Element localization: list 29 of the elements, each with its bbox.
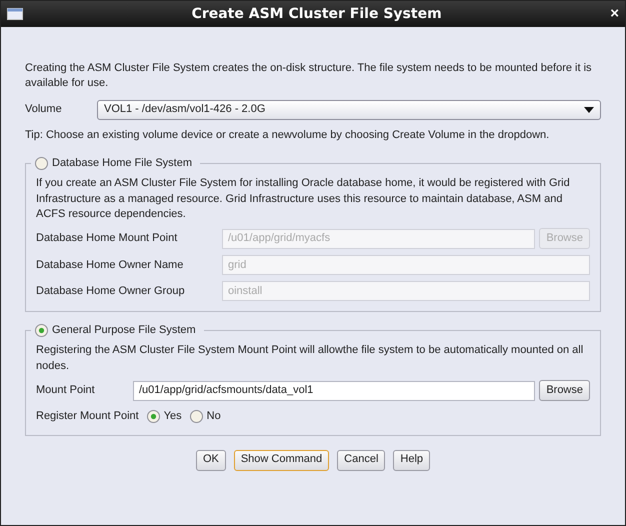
caret-icon [584,106,594,113]
radio-button-selected[interactable] [35,324,48,337]
field-label: Register Mount Point [36,409,139,424]
close-button[interactable]: × [610,2,619,26]
radio-button[interactable] [190,410,203,424]
field-label: Mount Point [36,382,96,398]
dialog-button[interactable]: Show Command [234,450,330,471]
section-description: Registering the ASM Cluster File System Mount Point will allowthe file system to be automatically mounted on all nodes. [36,343,584,374]
section-label[interactable]: Database Home File System [52,155,192,172]
window-icon [7,8,23,20]
input-field[interactable]: /u01/app/grid/acfsmounts/data_vol1 [133,380,536,401]
field-label: Database Home Mount Point [36,231,178,246]
dialog-button[interactable]: Help [393,450,430,471]
field-label: Database Home Owner Group [36,284,186,299]
radio-button[interactable] [35,156,48,170]
browse-button[interactable]: Browse [539,380,590,402]
dialog-button[interactable]: OK [196,450,226,471]
radio-button-selected[interactable] [146,410,160,424]
section-label[interactable]: General Purpose File System [52,322,196,338]
window-title: Create ASM Cluster File System [190,4,443,24]
option-label[interactable]: Yes [164,409,182,425]
intro-text: Creating the ASM Cluster File System creates the on-disk structure. The file system needs to be mounted before it is available for use. [25,61,593,92]
volume-label: Volume [25,102,63,118]
tip-text: Tip: Choose an existing volume device or create a newvolume by choosing Create Volume in the dropdown. [25,128,550,143]
volume-dropdown[interactable]: VOL1 - /dev/asm/vol1-426 - 2.0G [97,100,601,120]
field-label: Database Home Owner Name [36,258,184,273]
section-description: If you create an ASM Cluster File System for installing Oracle database home, it would be registered with Grid Infrastructure as a managed resource. Grid Infrastructure uses this resource to maintain database, ASM and ACFS resource dependencies. [36,176,571,222]
option-label[interactable]: No [206,409,221,425]
dialog-button[interactable]: Cancel [337,450,386,471]
